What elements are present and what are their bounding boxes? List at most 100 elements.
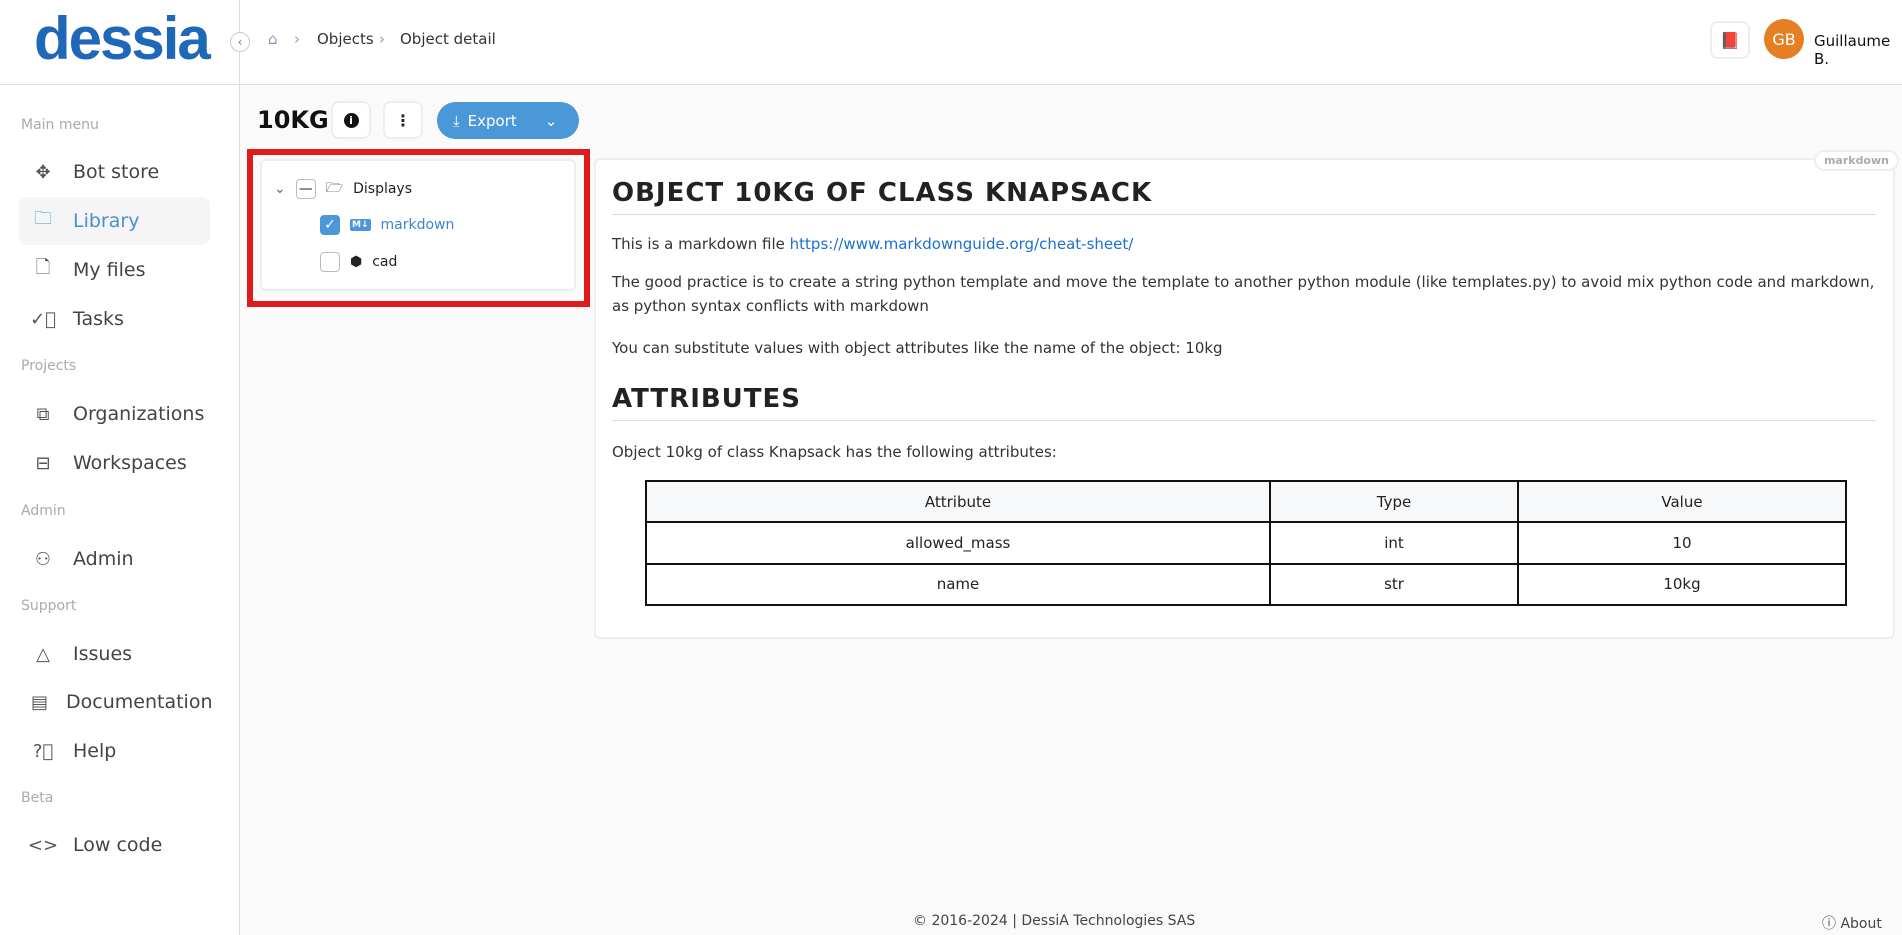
label: Documentation (66, 691, 213, 713)
attributes-table: Attribute Type Value allowed_mass int 10 nam… (645, 479, 1847, 607)
sidebar-item-my-files[interactable]: 🗋 My files (19, 246, 210, 294)
logo-area: dessia (0, 0, 240, 85)
tree-node-displays[interactable]: ⌄ — 🗁 Displays (274, 177, 412, 201)
file-icon: 🗋 (35, 257, 51, 278)
unchecked-checkbox[interactable] (320, 252, 340, 272)
about-link[interactable]: ⓘ About (1822, 913, 1882, 933)
avatar[interactable]: GB (1764, 19, 1804, 59)
sidebar-item-organizations[interactable]: ⧉ Organizations (19, 390, 210, 438)
label: Workspaces (73, 452, 187, 474)
section-beta: Beta (21, 790, 54, 806)
label: Admin (73, 548, 134, 570)
cell: allowed_mass (645, 521, 1271, 565)
label: Low code (73, 834, 163, 856)
user-name[interactable]: Guillaume B. (1814, 32, 1902, 68)
cheat-sheet-link[interactable]: https://www.markdownguide.org/cheat-shee… (790, 235, 1134, 253)
label: Tasks (73, 308, 124, 330)
label: Help (73, 740, 117, 762)
paragraph-attributes: Object 10kg of class Knapsack has the fo… (612, 443, 1057, 461)
cell: 10 (1517, 521, 1847, 565)
table-row: name str 10kg (645, 562, 1847, 607)
chevron-right-icon: › (379, 30, 385, 48)
collapse-sidebar-button[interactable]: ‹ (230, 32, 250, 52)
user-gear-icon: ⚇ (34, 548, 52, 570)
cube-icon: ⬢ (350, 254, 363, 270)
home-icon[interactable]: ⌂ (268, 30, 278, 48)
col-header: Attribute (645, 479, 1271, 524)
label: My files (73, 259, 146, 281)
display-tree: ⌄ — 🗁 Displays ✓ M↓ markdown ⬢ cad (260, 159, 576, 291)
more-options-button[interactable]: ⋮ (383, 101, 423, 139)
label: Library (73, 210, 140, 232)
footer-copyright: © 2016-2024 | DessiA Technologies SAS (913, 913, 1196, 929)
export-label: Export (467, 111, 517, 130)
about-label: About (1840, 916, 1882, 932)
cell: str (1269, 562, 1519, 607)
label: Bot store (73, 161, 160, 183)
folder-icon: 🗀 (34, 208, 52, 229)
section-support: Support (21, 598, 77, 614)
bot-store-icon: ✥ (35, 161, 51, 183)
tree-node-cad[interactable]: ⬢ cad (320, 252, 397, 272)
tree-label: markdown (380, 217, 455, 233)
checked-checkbox[interactable]: ✓ (320, 215, 340, 235)
document-icon: ▤ (31, 691, 49, 713)
info-icon: i (343, 112, 359, 128)
partial-checkbox[interactable]: — (295, 179, 316, 199)
section-main-menu: Main menu (21, 117, 99, 133)
sidebar-item-low-code[interactable]: <> Low code (19, 821, 210, 869)
display-type-badge: markdown (1813, 150, 1899, 171)
chevron-down-icon[interactable]: ⌄ (545, 112, 558, 130)
export-button[interactable]: ⤓ Export ⌄ (437, 102, 579, 139)
table-row: allowed_mass int 10 (645, 521, 1847, 565)
folder-open-icon: 🗁 (325, 180, 344, 196)
paragraph-practice: The good practice is to create a string … (612, 273, 1875, 315)
heading-attributes: ATTRIBUTES (612, 384, 1876, 421)
paragraph-substitute: You can substitute values with object at… (612, 339, 1223, 357)
top-bar: ⌂ › Objects › Object detail 📕 GB Guillau… (240, 0, 1902, 85)
intro-text: This is a markdown file (612, 235, 790, 253)
org-chart-icon: ⧉ (36, 403, 50, 425)
markdown-icon: M↓ (350, 219, 371, 231)
book-icon: 📕 (1720, 30, 1740, 50)
sidebar-item-library[interactable]: 🗀 Library (19, 197, 210, 245)
sidebar-item-workspaces[interactable]: ⊟ Workspaces (19, 439, 210, 487)
warning-icon: △ (36, 643, 50, 665)
tree-label: cad (372, 254, 398, 270)
section-projects: Projects (21, 358, 77, 374)
code-icon: <> (27, 834, 59, 856)
documentation-book-button[interactable]: 📕 (1710, 21, 1750, 59)
chevron-right-icon: › (294, 30, 300, 48)
download-icon: ⤓ (453, 111, 460, 130)
breadcrumb-object-detail: Object detail (400, 30, 496, 48)
object-title: 10KG (257, 106, 329, 134)
info-circle-icon: ⓘ (1822, 916, 1841, 932)
col-header: Value (1517, 479, 1847, 524)
markdown-display: markdown OBJECT 10KG OF CLASS KNAPSACK T… (594, 150, 1899, 639)
label: Organizations (73, 403, 205, 425)
sidebar-item-issues[interactable]: △ Issues (19, 630, 210, 678)
sidebar-item-admin[interactable]: ⚇ Admin (19, 535, 210, 583)
sidebar: dessia Main menu ✥ Bot store 🗀 Library 🗋 My… (0, 0, 240, 935)
cell: 10kg (1517, 562, 1847, 607)
chevron-down-icon[interactable]: ⌄ (274, 181, 286, 197)
help-icon: ?⃝ (32, 740, 54, 762)
section-admin: Admin (21, 503, 66, 519)
tree-node-markdown[interactable]: ✓ M↓ markdown (320, 215, 454, 235)
cell: int (1269, 521, 1519, 565)
dessia-logo[interactable]: dessia (34, 4, 211, 73)
briefcase-icon: ⊟ (35, 452, 51, 474)
cell: name (645, 562, 1271, 607)
tree-label: Displays (353, 181, 413, 197)
sidebar-item-bot-store[interactable]: ✥ Bot store (19, 148, 210, 196)
sidebar-item-documentation[interactable]: ▤ Documentation (19, 678, 213, 726)
kebab-icon: ⋮ (395, 110, 411, 130)
info-button[interactable]: i (331, 101, 371, 139)
breadcrumb-objects[interactable]: Objects (317, 30, 374, 48)
check-circle-icon: ✓⃝ (30, 308, 56, 330)
sidebar-item-help[interactable]: ?⃝ Help (19, 727, 210, 775)
heading-object: OBJECT 10KG OF CLASS KNAPSACK (612, 178, 1876, 215)
col-header: Type (1269, 479, 1519, 524)
label: Issues (73, 643, 133, 665)
sidebar-item-tasks[interactable]: ✓⃝ Tasks (19, 295, 210, 343)
